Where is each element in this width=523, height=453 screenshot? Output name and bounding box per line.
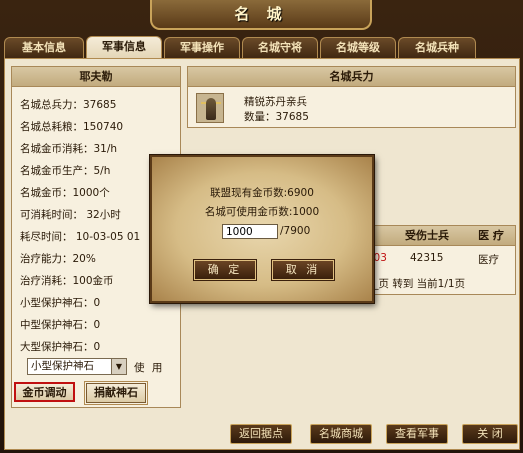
col-heal: 医 疗: [478, 229, 504, 242]
use-label[interactable]: 使 用: [134, 360, 164, 375]
confirm-button[interactable]: 确 定: [193, 259, 257, 281]
info-total-food: 名城总耗粮：150740: [20, 121, 124, 133]
gold-max-text: /7900: [280, 225, 311, 237]
pagination[interactable]: __页 转到 当前1/1页: [368, 276, 465, 291]
troop-count: 数量：37685: [244, 111, 309, 123]
stone-type-select[interactable]: 小型保护神石 ▼: [27, 358, 127, 375]
tab-city-level[interactable]: 名城等级: [320, 37, 396, 59]
troop-portrait: [196, 93, 224, 123]
info-gold-production: 名城金币生产：5/h: [20, 165, 111, 177]
stone-type-value: 小型保护神石: [31, 360, 94, 372]
gold-transfer-dialog: 联盟现有金币数:6900 名城可使用金币数:1000 /7900 确 定 取 消: [150, 155, 374, 303]
info-city-gold: 名城金币：1000个: [20, 187, 110, 199]
cell-wounded: 42315: [410, 252, 444, 264]
info-total-troops: 名城总兵力：37685: [20, 99, 117, 111]
gold-amount-input[interactable]: [222, 224, 278, 239]
tab-basic-info[interactable]: 基本信息: [4, 37, 84, 59]
info-small-stone: 小型保护神石：0: [20, 297, 101, 309]
troop-name: 精锐苏丹亲兵: [244, 96, 307, 108]
chevron-down-icon[interactable]: ▼: [111, 359, 126, 374]
close-button[interactable]: 关 闭: [462, 424, 518, 444]
city-shop-button[interactable]: 名城商城: [310, 424, 372, 444]
info-depletion-time: 耗尽时间： 10-03-05 01: [20, 231, 141, 243]
tab-city-generals[interactable]: 名城守将: [242, 37, 318, 59]
tab-military-info[interactable]: 军事信息: [86, 36, 162, 60]
return-base-button[interactable]: 返回据点: [230, 424, 292, 444]
window-title: 名 城: [150, 0, 372, 30]
alliance-gold-text: 联盟现有金币数:6900: [210, 187, 314, 199]
cancel-button[interactable]: 取 消: [271, 259, 335, 281]
info-heal-capacity: 治疗能力：20%: [20, 253, 96, 265]
city-gold-text: 名城可使用金币数:1000: [204, 206, 320, 218]
tab-city-troop-types[interactable]: 名城兵种: [398, 37, 476, 59]
info-consumable-time: 可消耗时间： 32小时: [20, 209, 121, 221]
soldier-icon: [206, 98, 216, 120]
city-name-heading: 耶夫勒: [12, 67, 180, 87]
city-troops-panel: 名城兵力 精锐苏丹亲兵 数量：37685: [187, 66, 516, 128]
gold-transfer-button[interactable]: 金币调动: [14, 382, 75, 402]
info-medium-stone: 中型保护神石：0: [20, 319, 101, 331]
city-troops-heading: 名城兵力: [188, 67, 515, 87]
info-gold-consumption: 名城金币消耗：31/h: [20, 143, 118, 155]
donate-stone-button[interactable]: 捐献神石: [84, 381, 148, 405]
view-military-button[interactable]: 查看军事: [386, 424, 448, 444]
info-heal-cost: 治疗消耗：100金币: [20, 275, 114, 287]
heal-link[interactable]: 医疗: [478, 252, 499, 267]
tab-military-operation[interactable]: 军事操作: [164, 37, 240, 59]
col-wounded: 受伤士兵: [405, 229, 449, 242]
info-large-stone: 大型保护神石：0: [20, 341, 101, 353]
